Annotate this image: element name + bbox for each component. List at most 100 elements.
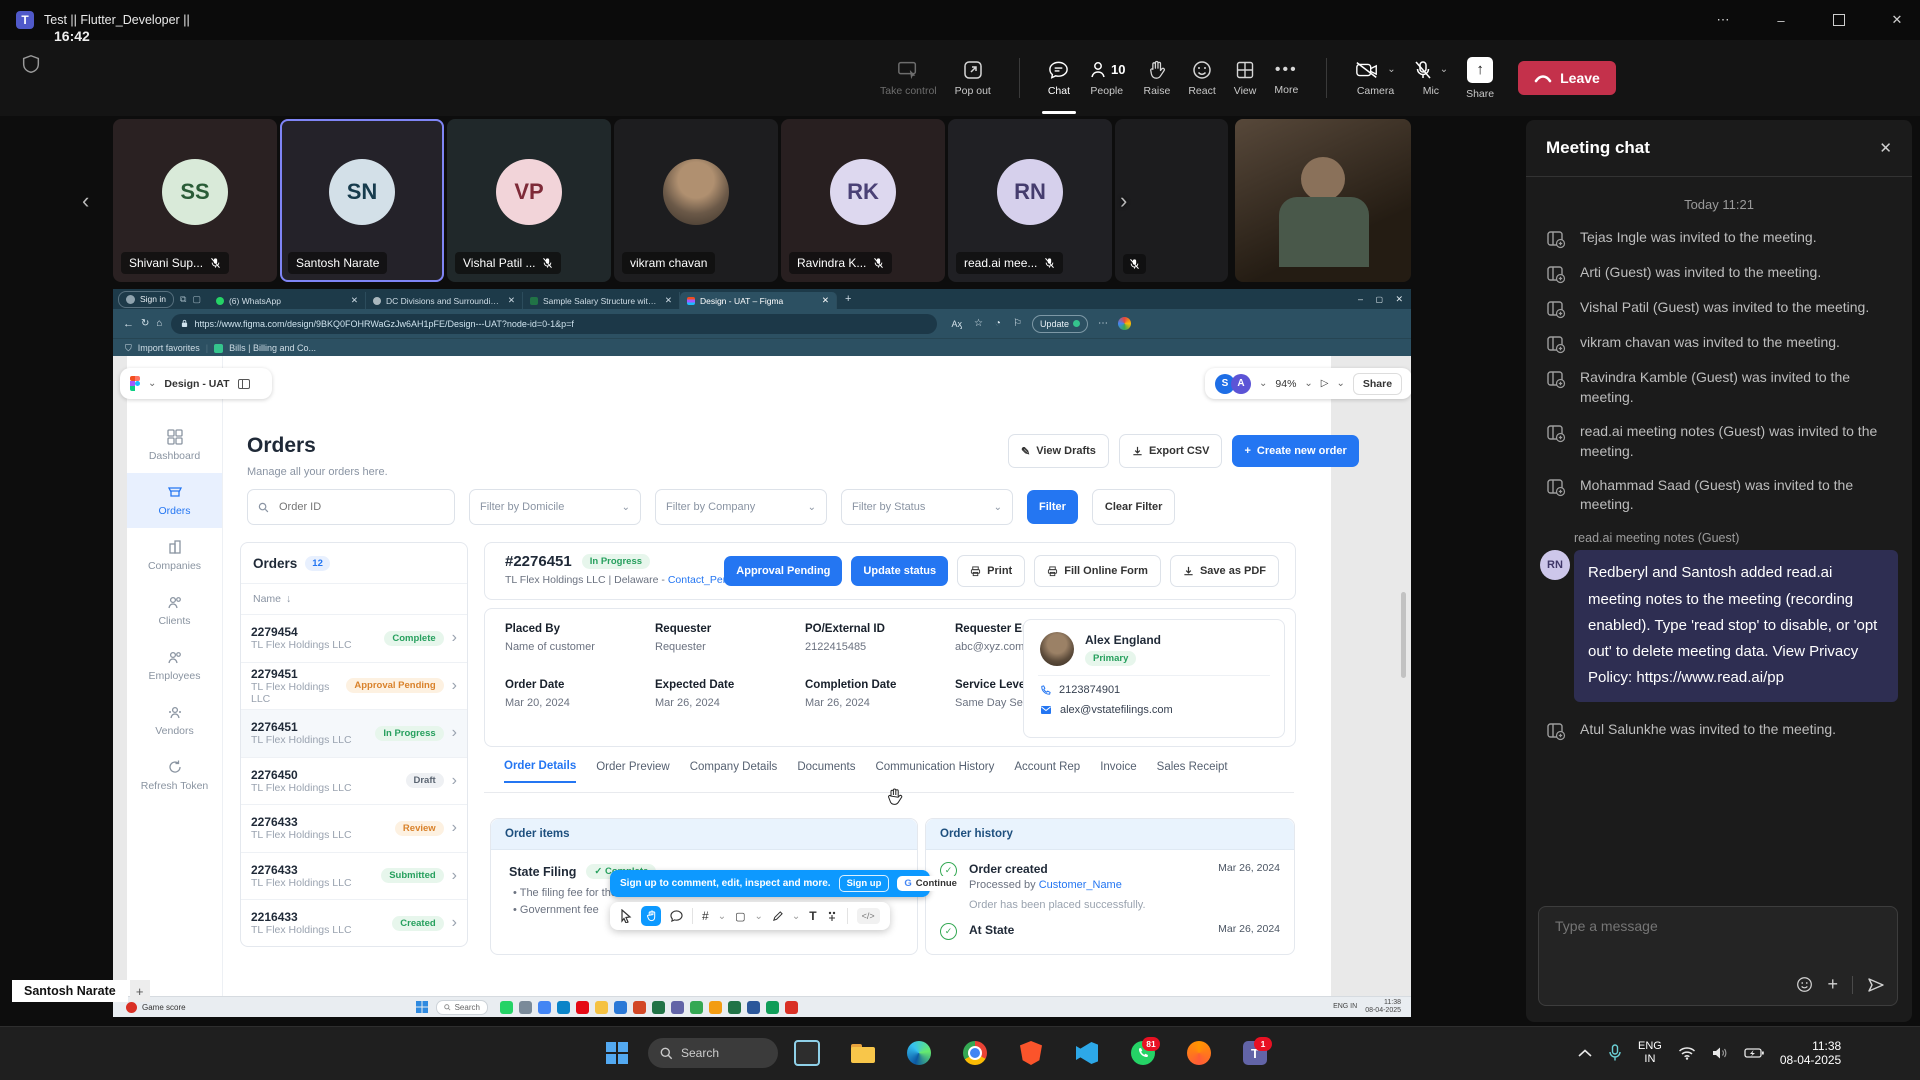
shared-app-netflix[interactable]: [576, 1001, 589, 1014]
tab-search-icon[interactable]: ▢: [192, 294, 201, 305]
vscode-icon[interactable]: [1070, 1036, 1104, 1070]
sidebar-item-employees[interactable]: Employees: [127, 638, 222, 693]
banner-google-continue-button[interactable]: G Continue: [897, 876, 964, 891]
layout-panel-icon[interactable]: [238, 379, 250, 389]
tray-chevron-up-icon[interactable]: [1578, 1049, 1592, 1057]
shared-app-outlook[interactable]: [614, 1001, 627, 1014]
tray-mic-active-icon[interactable]: [1608, 1044, 1622, 1062]
shared-app-teams[interactable]: [671, 1001, 684, 1014]
shared-app[interactable]: [709, 1001, 722, 1014]
approval-pending-button[interactable]: Approval Pending: [724, 556, 842, 586]
chevron-down-icon[interactable]: ⌄: [718, 911, 726, 922]
create-new-order-button[interactable]: +Create new order: [1232, 435, 1358, 467]
dev-mode-toggle[interactable]: </>: [857, 908, 880, 924]
contact-phone[interactable]: 2123874901: [1040, 684, 1284, 696]
browser-tab-figma[interactable]: Design - UAT – Figma✕: [680, 292, 837, 309]
shared-app-chrome[interactable]: [538, 1001, 551, 1014]
react-button[interactable]: React: [1188, 42, 1215, 114]
sidebar-item-orders[interactable]: Orders: [127, 473, 222, 528]
edge-icon[interactable]: [902, 1036, 936, 1070]
browser-minimize-icon[interactable]: –: [1358, 294, 1363, 304]
camera-chevron-icon[interactable]: ⌄: [1387, 64, 1395, 75]
shared-app-photos[interactable]: [519, 1001, 532, 1014]
zoom-level[interactable]: 94%: [1275, 378, 1296, 390]
tab-close-icon[interactable]: ✕: [665, 295, 672, 306]
new-tab-icon[interactable]: +: [845, 293, 851, 305]
filter-button[interactable]: Filter: [1027, 490, 1078, 524]
window-more-icon[interactable]: ⋯: [1700, 0, 1746, 40]
shared-app-sheets[interactable]: [690, 1001, 703, 1014]
order-row[interactable]: 2276433TL Flex Holdings LLC Submitted ›: [241, 853, 467, 901]
read-aloud-icon[interactable]: Aӽ: [951, 319, 962, 329]
tab-invoice[interactable]: Invoice: [1100, 761, 1136, 782]
tray-language[interactable]: ENGIN: [1638, 1040, 1662, 1066]
bookmark-bills[interactable]: Bills | Billing and Co...: [229, 343, 316, 353]
strip-next-icon[interactable]: ›: [1120, 188, 1127, 214]
shared-app[interactable]: [766, 1001, 779, 1014]
participant-tile-santosh[interactable]: SN Santosh Narate: [280, 119, 444, 282]
participant-tile-vishal[interactable]: VP Vishal Patil ...: [447, 119, 611, 282]
shared-app-excel-2[interactable]: [728, 1001, 741, 1014]
participant-tile-ravindra[interactable]: RK Ravindra K...: [781, 119, 945, 282]
export-csv-button[interactable]: Export CSV: [1119, 434, 1223, 468]
widget-icon[interactable]: [126, 1002, 137, 1013]
collaborator-avatar[interactable]: A: [1231, 374, 1251, 394]
file-explorer-icon[interactable]: [846, 1036, 880, 1070]
shared-app-acrobat[interactable]: [785, 1001, 798, 1014]
strip-prev-icon[interactable]: ‹: [82, 188, 89, 214]
order-id-search[interactable]: [247, 489, 455, 525]
back-icon[interactable]: ←: [123, 318, 134, 330]
start-button[interactable]: [600, 1036, 634, 1070]
participant-tile-camera-on[interactable]: [1235, 119, 1411, 282]
people-button[interactable]: 10 People: [1088, 42, 1125, 114]
present-icon[interactable]: ▷: [1321, 378, 1329, 389]
chevron-down-icon[interactable]: ⌄: [754, 911, 762, 922]
order-row[interactable]: 2276433TL Flex Holdings LLC Review ›: [241, 805, 467, 853]
tab-close-icon[interactable]: ✕: [508, 295, 515, 306]
browser-menu-icon[interactable]: ⋯: [1098, 318, 1108, 329]
favorites-star-icon[interactable]: ☆: [974, 318, 983, 329]
taskbar-search[interactable]: Search: [648, 1038, 778, 1068]
mic-chevron-icon[interactable]: ⌄: [1440, 64, 1448, 75]
sidebar-item-refresh-token[interactable]: Refresh Token: [127, 748, 222, 803]
chat-input-box[interactable]: +: [1538, 906, 1898, 1006]
avatars-chevron-icon[interactable]: ⌄: [1259, 378, 1267, 389]
browser-tab-whatsapp[interactable]: (6) WhatsApp✕: [209, 292, 366, 309]
whatsapp-icon[interactable]: 81: [1126, 1036, 1160, 1070]
sidebar-item-clients[interactable]: Clients: [127, 583, 222, 638]
shared-app-excel[interactable]: [652, 1001, 665, 1014]
sidebar-item-companies[interactable]: Companies: [127, 528, 222, 583]
shared-app-explorer[interactable]: [595, 1001, 608, 1014]
update-status-button[interactable]: Update status: [851, 556, 948, 586]
send-icon[interactable]: [1867, 977, 1885, 993]
shared-search-box[interactable]: Search: [436, 1000, 488, 1015]
comment-tool-icon[interactable]: [670, 910, 683, 922]
clear-filter-button[interactable]: Clear Filter: [1092, 489, 1175, 525]
teams-taskbar-icon[interactable]: T 1: [1238, 1036, 1272, 1070]
orders-column-header[interactable]: Name↓: [241, 584, 467, 615]
firefox-icon[interactable]: [1182, 1036, 1216, 1070]
tab-company-details[interactable]: Company Details: [690, 761, 778, 782]
text-tool-icon[interactable]: T: [809, 909, 816, 923]
widget-label[interactable]: Game score: [142, 1003, 186, 1012]
hand-tool-icon[interactable]: [641, 906, 661, 926]
customer-name-link[interactable]: Customer_Name: [1039, 879, 1122, 891]
browser-tab-dc-divisions[interactable]: DC Divisions and Surroundings✕: [366, 292, 523, 309]
tray-clock[interactable]: 11:3808-04-2025: [1780, 1039, 1841, 1068]
url-field[interactable]: https://www.figma.com/design/9BKQ0FOHRWa…: [171, 314, 937, 334]
frame-tool-icon[interactable]: #: [702, 909, 709, 923]
leave-button[interactable]: Leave: [1518, 61, 1616, 95]
tab-sales-receipt[interactable]: Sales Receipt: [1157, 761, 1228, 782]
banner-signup-button[interactable]: Sign up: [839, 875, 890, 892]
presenter-pin-icon[interactable]: +: [130, 980, 150, 1002]
tray-battery-icon[interactable]: [1744, 1047, 1764, 1059]
extension-icon[interactable]: ◔: [995, 318, 1001, 329]
tab-documents[interactable]: Documents: [797, 761, 855, 782]
tab-account-rep[interactable]: Account Rep: [1014, 761, 1080, 782]
window-close-icon[interactable]: ✕: [1874, 0, 1920, 40]
chrome-icon[interactable]: [958, 1036, 992, 1070]
emoji-icon[interactable]: [1796, 976, 1813, 993]
brave-icon[interactable]: [1014, 1036, 1048, 1070]
contact-email[interactable]: alex@vstatefilings.com: [1040, 704, 1284, 716]
raise-hand-button[interactable]: Raise: [1143, 42, 1170, 114]
